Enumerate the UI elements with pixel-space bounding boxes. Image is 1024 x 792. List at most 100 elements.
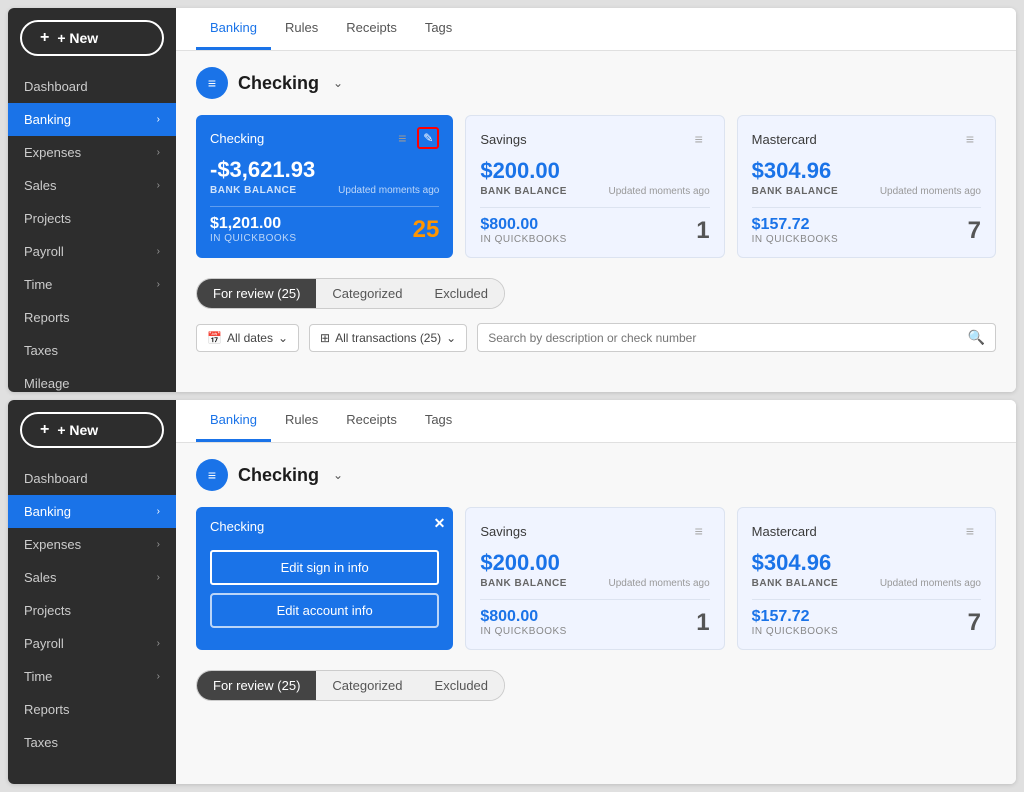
filter-tab-categorized[interactable]: Categorized	[316, 279, 418, 308]
tab-receipts-1[interactable]: Receipts	[332, 8, 411, 50]
updated-text: Updated moments ago	[608, 578, 709, 589]
tab-banking-2[interactable]: Banking	[196, 400, 271, 442]
chevron-down-icon[interactable]: ⌄	[333, 76, 343, 90]
card-bottom: $157.72 IN QUICKBOOKS 7	[752, 207, 981, 245]
plus-icon: +	[40, 421, 49, 439]
tab-tags-2[interactable]: Tags	[411, 400, 466, 442]
sidebar-item-payroll[interactable]: Payroll ›	[8, 627, 176, 660]
sidebar-label: Projects	[24, 211, 71, 226]
menu-icon[interactable]: ≡	[688, 128, 710, 150]
all-transactions-button[interactable]: ⊞ All transactions (25) ⌄	[309, 324, 467, 352]
menu-icon[interactable]: ≡	[959, 128, 981, 150]
sidebar-item-banking[interactable]: Banking ›	[8, 103, 176, 136]
sidebar-item-mileage[interactable]: Mileage	[8, 367, 176, 392]
sidebar-item-sales[interactable]: Sales ›	[8, 561, 176, 594]
main-content-2: Banking Rules Receipts Tags ≡ Checking ⌄…	[176, 400, 1016, 784]
tab-banking-1[interactable]: Banking	[196, 8, 271, 50]
menu-icon[interactable]: ≡	[688, 520, 710, 542]
tabs-bar-1: Banking Rules Receipts Tags	[176, 8, 1016, 51]
sidebar-item-time[interactable]: Time ›	[8, 660, 176, 693]
sidebar-label: Projects	[24, 603, 71, 618]
sidebar-item-sales[interactable]: Sales ›	[8, 169, 176, 202]
in-qb-section: $800.00 IN QUICKBOOKS	[480, 608, 567, 637]
cards-row-1: Checking ≡ ✎ -$3,621.93 BANK BALANCE Upd…	[196, 115, 996, 258]
filter-tab-excluded-2[interactable]: Excluded	[419, 671, 504, 700]
sidebar-item-taxes[interactable]: Taxes	[8, 726, 176, 759]
card-name: Checking	[210, 519, 264, 534]
chevron-right-icon: ›	[157, 147, 160, 158]
sidebar-item-time[interactable]: Time ›	[8, 268, 176, 301]
card-name: Checking	[210, 131, 264, 146]
balance-row: BANK BALANCE Updated moments ago	[480, 186, 709, 197]
tab-rules-2[interactable]: Rules	[271, 400, 332, 442]
tab-receipts-2[interactable]: Receipts	[332, 400, 411, 442]
card-header: Mastercard ≡	[752, 520, 981, 542]
menu-icon[interactable]: ≡	[959, 520, 981, 542]
edit-account-button[interactable]: Edit account info	[210, 593, 439, 628]
chevron-right-icon: ›	[157, 246, 160, 257]
account-icon-2: ≡	[196, 459, 228, 491]
all-dates-button[interactable]: 📅 All dates ⌄	[196, 324, 299, 352]
balance-row: BANK BALANCE Updated moments ago	[752, 578, 981, 589]
in-qb-amount: $157.72	[752, 608, 839, 626]
checking-card-dropdown: Checking ✕ Edit sign in info Edit accoun…	[196, 507, 453, 650]
sidebar-item-banking[interactable]: Banking ›	[8, 495, 176, 528]
filter-icon: ⊞	[320, 331, 330, 345]
card-header: Checking ✕	[210, 519, 439, 534]
checking-card: Checking ≡ ✎ -$3,621.93 BANK BALANCE Upd…	[196, 115, 453, 258]
chevron-down-icon: ⌄	[278, 331, 288, 345]
new-label-2: + New	[57, 422, 98, 438]
account-header-2: ≡ Checking ⌄	[196, 459, 996, 491]
sidebar-label: Reports	[24, 702, 70, 717]
sidebar-label: Time	[24, 669, 52, 684]
edit-icon[interactable]: ✎	[417, 127, 439, 149]
sidebar-item-reports[interactable]: Reports	[8, 693, 176, 726]
search-box[interactable]: 🔍	[477, 323, 996, 352]
sidebar-item-projects[interactable]: Projects	[8, 202, 176, 235]
sidebar-item-taxes[interactable]: Taxes	[8, 334, 176, 367]
transaction-count: 1	[696, 217, 709, 245]
sidebar-label: Reports	[24, 310, 70, 325]
sidebar-label: Sales	[24, 178, 57, 193]
sidebar-label: Dashboard	[24, 79, 88, 94]
account-icon-1: ≡	[196, 67, 228, 99]
sidebar-item-reports[interactable]: Reports	[8, 301, 176, 334]
sidebar-item-expenses[interactable]: Expenses ›	[8, 528, 176, 561]
mastercard-card-2: Mastercard ≡ $304.96 BANK BALANCE Update…	[737, 507, 996, 650]
edit-sign-in-button[interactable]: Edit sign in info	[210, 550, 439, 585]
in-qb-amount: $1,201.00	[210, 215, 297, 233]
sidebar-item-expenses[interactable]: Expenses ›	[8, 136, 176, 169]
bank-balance-amount: $200.00	[480, 158, 709, 184]
filter-bar-1: For review (25) Categorized Excluded	[196, 278, 996, 309]
sidebar-item-dashboard[interactable]: Dashboard	[8, 462, 176, 495]
tab-rules-1[interactable]: Rules	[271, 8, 332, 50]
sidebar-label: Mileage	[24, 376, 70, 391]
tab-tags-1[interactable]: Tags	[411, 8, 466, 50]
chevron-down-icon: ⌄	[446, 331, 456, 345]
filter-tab-for-review-2[interactable]: For review (25)	[197, 671, 316, 700]
new-button-1[interactable]: + + New	[20, 20, 164, 56]
card-name: Savings	[480, 524, 526, 539]
chevron-down-icon[interactable]: ⌄	[333, 468, 343, 482]
in-qb-amount: $157.72	[752, 216, 839, 234]
menu-icon[interactable]: ≡	[391, 127, 413, 149]
bank-balance-amount: $200.00	[480, 550, 709, 576]
filter-tab-excluded[interactable]: Excluded	[419, 279, 504, 308]
filter-tab-categorized-2[interactable]: Categorized	[316, 671, 418, 700]
chevron-right-icon: ›	[157, 506, 160, 517]
sidebar-item-payroll[interactable]: Payroll ›	[8, 235, 176, 268]
search-input[interactable]	[488, 331, 967, 345]
new-label-1: + New	[57, 30, 98, 46]
card-header: Mastercard ≡	[752, 128, 981, 150]
sidebar-item-projects[interactable]: Projects	[8, 594, 176, 627]
transaction-count: 7	[968, 609, 981, 637]
chevron-right-icon: ›	[157, 671, 160, 682]
in-qb-label: IN QUICKBOOKS	[480, 626, 567, 637]
close-icon[interactable]: ✕	[434, 515, 446, 532]
bank-balance-label: BANK BALANCE	[752, 186, 839, 197]
filter-tab-for-review[interactable]: For review (25)	[197, 279, 316, 308]
balance-row: BANK BALANCE Updated moments ago	[480, 578, 709, 589]
new-button-2[interactable]: + + New	[20, 412, 164, 448]
sidebar-item-dashboard[interactable]: Dashboard	[8, 70, 176, 103]
updated-text: Updated moments ago	[338, 185, 439, 196]
